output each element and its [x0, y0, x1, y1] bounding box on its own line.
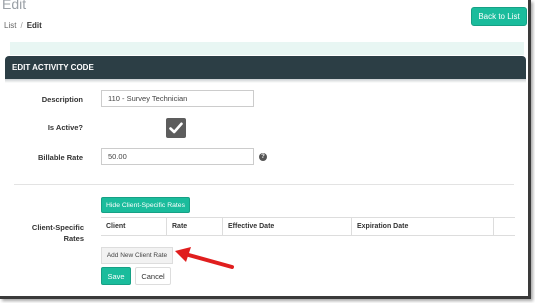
breadcrumb-separator: /	[20, 21, 23, 30]
column-header-client: Client	[101, 218, 167, 235]
column-header-expiration-date: Expiration Date	[352, 218, 494, 235]
panel-header: EDIT ACTIVITY CODE	[5, 56, 526, 79]
is-active-label: Is Active?	[47, 123, 83, 132]
column-header-rate: Rate	[167, 218, 223, 235]
hide-client-rates-button[interactable]: Hide Client-Specific Rates	[101, 197, 190, 213]
billable-rate-label: Billable Rate	[37, 153, 83, 162]
breadcrumb: List / Edit	[4, 21, 42, 30]
alert-strip	[10, 42, 524, 55]
client-rates-table: Client Rate Effective Date Expiration Da…	[101, 217, 515, 236]
breadcrumb-list-link[interactable]: List	[4, 21, 16, 30]
billable-rate-input[interactable]: 50.00	[101, 148, 254, 165]
add-new-client-rate-button[interactable]: Add New Client Rate	[101, 247, 173, 264]
panel-title: EDIT ACTIVITY CODE	[12, 63, 94, 72]
is-active-checkbox[interactable]	[166, 118, 186, 138]
breadcrumb-current: Edit	[26, 21, 42, 30]
question-circle-icon[interactable]: ?	[259, 153, 267, 161]
back-to-list-button[interactable]: Back to List	[471, 7, 527, 26]
save-button[interactable]: Save	[101, 267, 131, 285]
checkmark-icon	[169, 122, 183, 134]
description-input[interactable]: 110 - Survey Technician	[101, 90, 254, 107]
description-label: Description	[41, 95, 83, 104]
column-header-actions	[494, 218, 515, 235]
cancel-button[interactable]: Cancel	[135, 267, 171, 285]
column-header-effective-date: Effective Date	[223, 218, 352, 235]
client-specific-rates-label: Client-Specific Rates	[31, 223, 84, 243]
red-arrow-icon	[175, 247, 234, 269]
page-title: Edit	[2, 0, 27, 12]
app-frame: Edit List / Edit Back to List EDIT ACTIVIT…	[0, 0, 531, 299]
panel-header-shadow	[5, 79, 526, 83]
section-divider	[14, 184, 514, 185]
